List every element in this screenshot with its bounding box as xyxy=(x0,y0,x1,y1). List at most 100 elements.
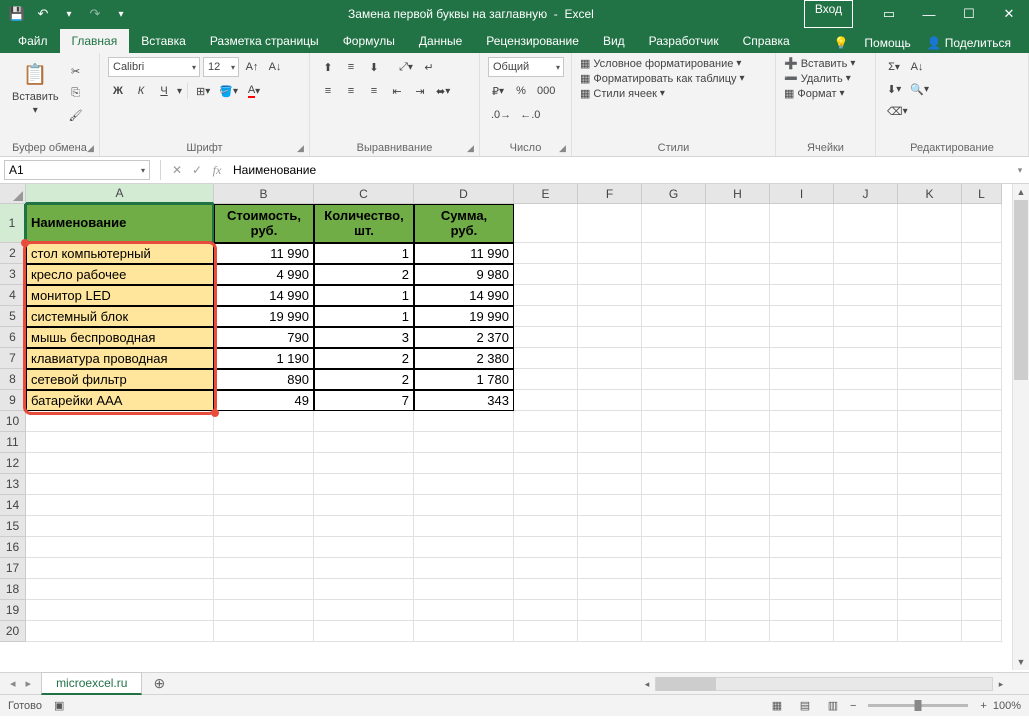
cell[interactable] xyxy=(414,495,514,516)
cell[interactable] xyxy=(26,579,214,600)
cell[interactable]: Сумма,руб. xyxy=(414,204,514,243)
cell[interactable] xyxy=(314,558,414,579)
cell[interactable] xyxy=(642,432,706,453)
cut-icon[interactable]: ✂ xyxy=(66,61,86,81)
decrease-font-icon[interactable]: A↓ xyxy=(265,57,285,77)
cell[interactable]: 14 990 xyxy=(214,285,314,306)
decrease-indent-icon[interactable]: ⇤ xyxy=(387,81,407,101)
column-header[interactable]: C xyxy=(314,184,414,204)
cell[interactable]: 1 780 xyxy=(414,369,514,390)
wrap-text-icon[interactable]: ↵ xyxy=(419,57,439,77)
cell[interactable] xyxy=(314,453,414,474)
cell[interactable] xyxy=(706,537,770,558)
cell[interactable] xyxy=(514,369,578,390)
minimize-icon[interactable]: — xyxy=(909,0,949,28)
tab-разработчик[interactable]: Разработчик xyxy=(637,29,731,53)
cell[interactable] xyxy=(578,369,642,390)
cell[interactable] xyxy=(414,600,514,621)
cell[interactable] xyxy=(578,285,642,306)
cell[interactable] xyxy=(578,453,642,474)
row-header[interactable]: 9 xyxy=(0,390,26,411)
enter-formula-icon[interactable]: ✓ xyxy=(187,163,207,177)
sheet-tab[interactable]: microexcel.ru xyxy=(41,672,142,695)
cell[interactable]: сетевой фильтр xyxy=(26,369,214,390)
cell[interactable] xyxy=(770,204,834,243)
format-as-table-button[interactable]: ▦ Форматировать как таблицу ▾ xyxy=(580,72,767,85)
cell[interactable] xyxy=(578,264,642,285)
format-painter-icon[interactable]: 🖌 xyxy=(66,105,86,125)
cell[interactable] xyxy=(514,306,578,327)
cell[interactable] xyxy=(770,243,834,264)
vertical-scrollbar[interactable]: ▲ ▼ xyxy=(1012,184,1029,670)
cell[interactable] xyxy=(770,390,834,411)
row-header[interactable]: 14 xyxy=(0,495,26,516)
cell[interactable]: 890 xyxy=(214,369,314,390)
cell[interactable] xyxy=(834,453,898,474)
cell[interactable] xyxy=(898,474,962,495)
cell[interactable] xyxy=(514,327,578,348)
zoom-level[interactable]: 100% xyxy=(993,700,1021,712)
cell[interactable]: 7 xyxy=(314,390,414,411)
cell[interactable] xyxy=(642,474,706,495)
cell[interactable] xyxy=(642,516,706,537)
cell[interactable] xyxy=(898,495,962,516)
cell[interactable] xyxy=(962,369,1002,390)
horizontal-scrollbar[interactable]: ◂ ▸ xyxy=(639,676,1009,692)
paste-button[interactable]: 📋 Вставить ▾ xyxy=(8,57,63,118)
spreadsheet-grid[interactable]: ABCDEFGHIJKL 123456789101112131415161718… xyxy=(0,184,1029,672)
tab-вид[interactable]: Вид xyxy=(591,29,637,53)
comma-icon[interactable]: 000 xyxy=(534,81,558,101)
cell[interactable] xyxy=(578,474,642,495)
new-sheet-button[interactable]: ⊕ xyxy=(148,673,170,695)
cell[interactable]: 2 xyxy=(314,264,414,285)
cell[interactable] xyxy=(26,516,214,537)
cell[interactable] xyxy=(834,495,898,516)
cell[interactable] xyxy=(414,474,514,495)
row-header[interactable]: 7 xyxy=(0,348,26,369)
cell[interactable] xyxy=(642,600,706,621)
cell[interactable] xyxy=(834,432,898,453)
cell[interactable] xyxy=(642,579,706,600)
clear-icon[interactable]: ⌫▾ xyxy=(884,101,911,121)
cell[interactable] xyxy=(26,411,214,432)
cell[interactable] xyxy=(834,264,898,285)
cell[interactable] xyxy=(898,390,962,411)
fill-color-icon[interactable]: 🪣▾ xyxy=(216,81,241,101)
cell[interactable]: 11 990 xyxy=(414,243,514,264)
cell[interactable] xyxy=(642,327,706,348)
page-layout-icon[interactable]: ▤ xyxy=(794,697,816,715)
sheet-nav-last-icon[interactable]: ▸ xyxy=(26,677,32,690)
cell[interactable] xyxy=(214,453,314,474)
cell[interactable]: клавиатура проводная xyxy=(26,348,214,369)
vscroll-thumb[interactable] xyxy=(1014,200,1028,380)
cell[interactable]: 4 990 xyxy=(214,264,314,285)
cell[interactable] xyxy=(214,600,314,621)
cell[interactable] xyxy=(706,453,770,474)
sort-az-icon[interactable]: A↓ xyxy=(907,57,927,77)
cell[interactable] xyxy=(706,243,770,264)
fill-icon[interactable]: ⬇▾ xyxy=(884,79,904,99)
cell[interactable] xyxy=(514,474,578,495)
select-all-button[interactable] xyxy=(0,184,26,204)
cell[interactable] xyxy=(706,474,770,495)
undo-icon[interactable]: ↶ xyxy=(32,3,54,25)
save-icon[interactable]: 💾 xyxy=(6,3,28,25)
column-header[interactable]: B xyxy=(214,184,314,204)
scroll-down-icon[interactable]: ▼ xyxy=(1013,654,1029,670)
merge-icon[interactable]: ⬌▾ xyxy=(433,81,453,101)
tell-me-icon[interactable]: 💡 xyxy=(827,33,854,53)
expand-formula-icon[interactable]: ▾ xyxy=(1011,165,1029,176)
login-button[interactable]: Вход xyxy=(804,0,853,28)
cell[interactable]: 9 980 xyxy=(414,264,514,285)
increase-font-icon[interactable]: A↑ xyxy=(242,57,262,77)
cell[interactable] xyxy=(214,621,314,642)
font-launcher-icon[interactable]: ◢ xyxy=(297,143,307,153)
cell[interactable] xyxy=(770,411,834,432)
cell[interactable]: батарейки ААА xyxy=(26,390,214,411)
row-header[interactable]: 15 xyxy=(0,516,26,537)
format-cells-button[interactable]: ▦ Формат ▾ xyxy=(784,87,867,100)
cell[interactable]: кресло рабочее xyxy=(26,264,214,285)
cell[interactable] xyxy=(706,204,770,243)
cell[interactable] xyxy=(962,621,1002,642)
row-header[interactable]: 13 xyxy=(0,474,26,495)
